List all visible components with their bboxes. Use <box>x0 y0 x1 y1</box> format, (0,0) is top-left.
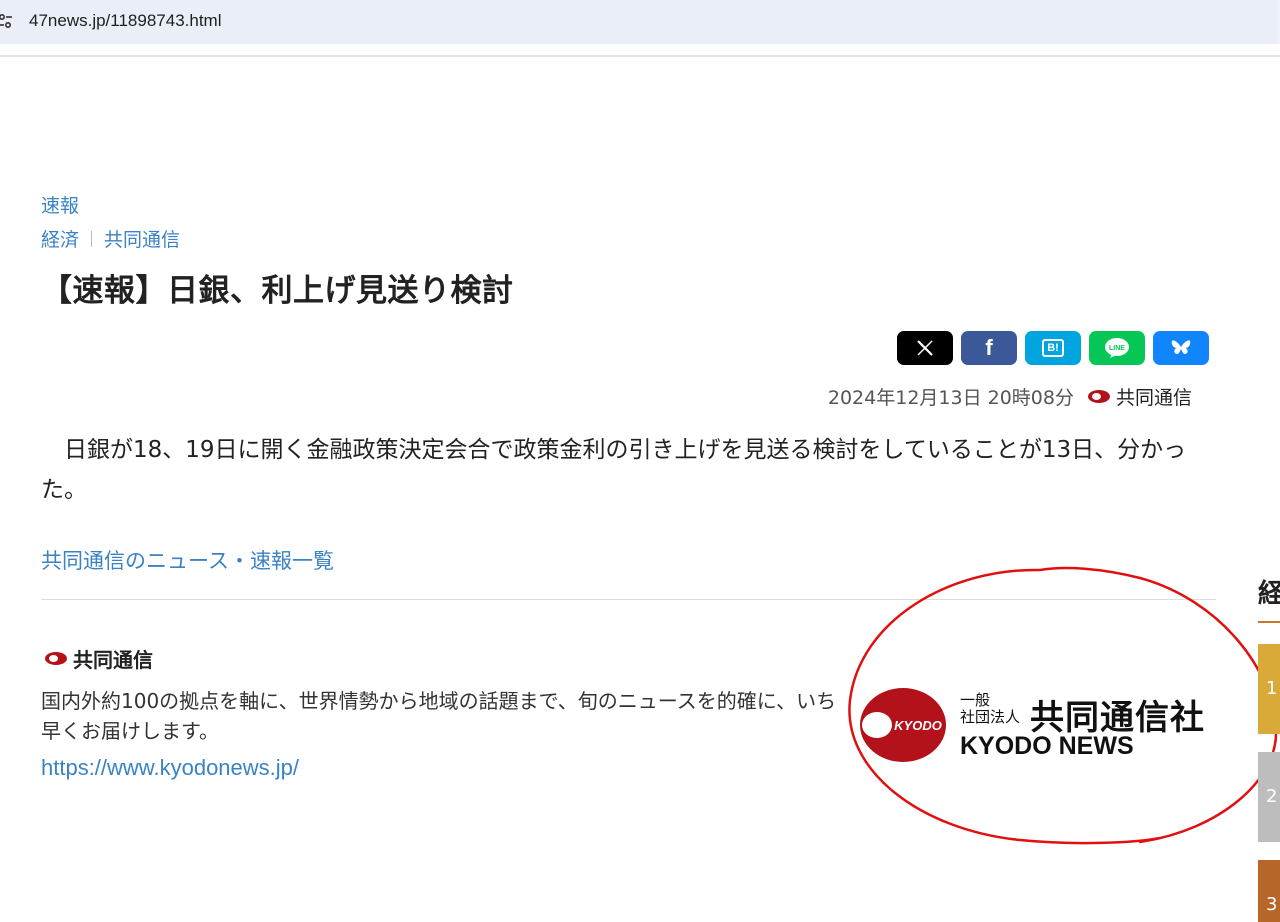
share-bluesky-button[interactable] <box>1153 331 1209 365</box>
share-line-button[interactable]: LINE <box>1089 331 1145 365</box>
tune-icon[interactable] <box>0 12 14 30</box>
browser-address-bar: 47news.jp/11898743.html <box>0 0 1280 44</box>
share-hatena-button[interactable]: B! <box>1025 331 1081 365</box>
facebook-icon: f <box>985 335 993 360</box>
article-body: 日銀が18、19日に開く金融政策決定会合で政策金利の引き上げを見送る検討をしてい… <box>41 437 1187 503</box>
sidebar-ranking-tile-2[interactable]: 2 <box>1258 752 1280 842</box>
kyodo-news-logo[interactable]: KYODO 一般 社団法人 共同通信社 KYODO NEWS <box>858 688 1218 768</box>
bluesky-butterfly-icon <box>1170 338 1192 358</box>
kyodo-news-list-link[interactable]: 共同通信のニュース・速報一覧 <box>41 545 334 575</box>
share-facebook-button[interactable]: f <box>961 331 1017 365</box>
logo-small-line1: 一般 <box>960 691 991 709</box>
url-field[interactable]: 47news.jp/11898743.html <box>0 0 1278 44</box>
provider-name-label: 共同通信 <box>73 648 153 672</box>
section-divider <box>41 599 1216 600</box>
sidebar-ranking-tile-3[interactable]: 3 <box>1258 860 1280 922</box>
x-icon <box>915 338 935 358</box>
breadcrumb-separator <box>91 230 93 247</box>
url-text[interactable]: 47news.jp/11898743.html <box>29 11 222 31</box>
breadcrumb-kyodo-link[interactable]: 共同通信 <box>104 225 180 252</box>
hatena-bookmark-icon: B! <box>1042 339 1064 357</box>
svg-text:LINE: LINE <box>1109 345 1125 352</box>
logo-badge-text: KYODO <box>894 718 942 733</box>
sidebar-ranking-tile-1[interactable]: 1 <box>1258 644 1280 734</box>
kyodo-oval-logo-icon: KYODO <box>860 688 946 762</box>
sidebar-ranking-number: 1 <box>1266 678 1278 699</box>
breadcrumb: 経済 共同通信 <box>41 225 180 252</box>
line-icon: LINE <box>1104 337 1130 359</box>
category-breaking-link[interactable]: 速報 <box>41 191 79 218</box>
article-title: 【速報】日銀、利上げ見送り検討 <box>41 273 514 309</box>
sidebar-ranking-number: 2 <box>1266 786 1278 807</box>
article-source-label: 共同通信 <box>1115 387 1192 409</box>
article-date: 2024年12月13日 20時08分 <box>827 387 1074 409</box>
provider-description: 国内外約100の拠点を軸に、世界情勢から地域の話題まで、旬のニュースを的確に、い… <box>41 689 837 743</box>
logo-name-en: KYODO NEWS <box>960 732 1134 760</box>
logo-small-text: 一般 社団法人 <box>960 692 1020 726</box>
sidebar-heading-underline <box>1258 621 1280 623</box>
provider-url-link[interactable]: https://www.kyodonews.jp/ <box>41 755 299 781</box>
article-meta: 2024年12月13日 20時08分 共同通信 <box>828 383 1192 410</box>
sidebar-heading: 経 <box>1258 579 1280 609</box>
breadcrumb-economy-link[interactable]: 経済 <box>41 225 79 252</box>
logo-small-line2: 社団法人 <box>960 708 1021 726</box>
provider-name: 共同通信 <box>45 644 153 673</box>
kyodo-logo-icon <box>45 652 67 665</box>
kyodo-logo-icon <box>1087 390 1110 403</box>
share-buttons: f B! LINE <box>897 331 1209 365</box>
sidebar-ranking-number: 3 <box>1266 894 1278 915</box>
article-source[interactable]: 共同通信 <box>1087 383 1192 410</box>
header-divider <box>0 55 1280 57</box>
share-x-button[interactable] <box>897 331 953 365</box>
